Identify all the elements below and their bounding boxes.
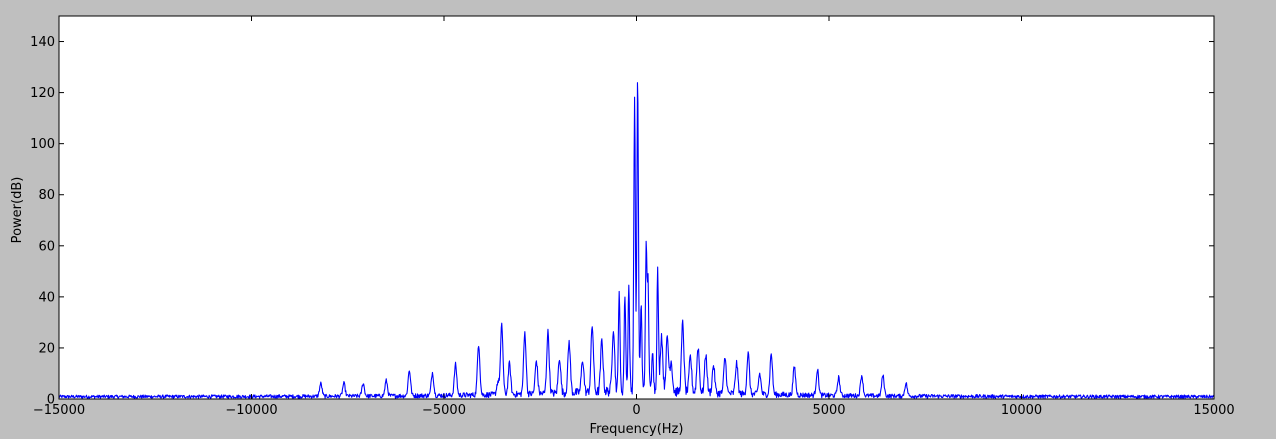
x-tick-label: −15000 (33, 403, 85, 418)
x-tick-label: 5000 (812, 403, 845, 418)
y-tick-label: 140 (30, 35, 55, 50)
y-tick-label: 120 (30, 86, 55, 101)
y-tick-label: 0 (47, 393, 55, 408)
x-axis-label: Frequency(Hz) (590, 422, 684, 437)
x-tick-label: 15000 (1193, 403, 1234, 418)
x-tick-label: 10000 (1001, 403, 1042, 418)
x-tick-label: −10000 (225, 403, 277, 418)
y-tick-label: 40 (38, 290, 55, 305)
spectrum-chart: −15000 −10000 −5000 0 5000 10000 15000 0 20 40 60 8… (10, 15, 1235, 437)
y-tick-label: 80 (38, 188, 55, 203)
y-axis-label: Power(dB) (10, 177, 25, 244)
y-tick-label: 100 (30, 137, 55, 152)
x-tick-label: −5000 (422, 403, 466, 418)
y-tick-label: 20 (38, 341, 55, 356)
x-tick-label: 0 (632, 403, 640, 418)
y-tick-label: 60 (38, 239, 55, 254)
